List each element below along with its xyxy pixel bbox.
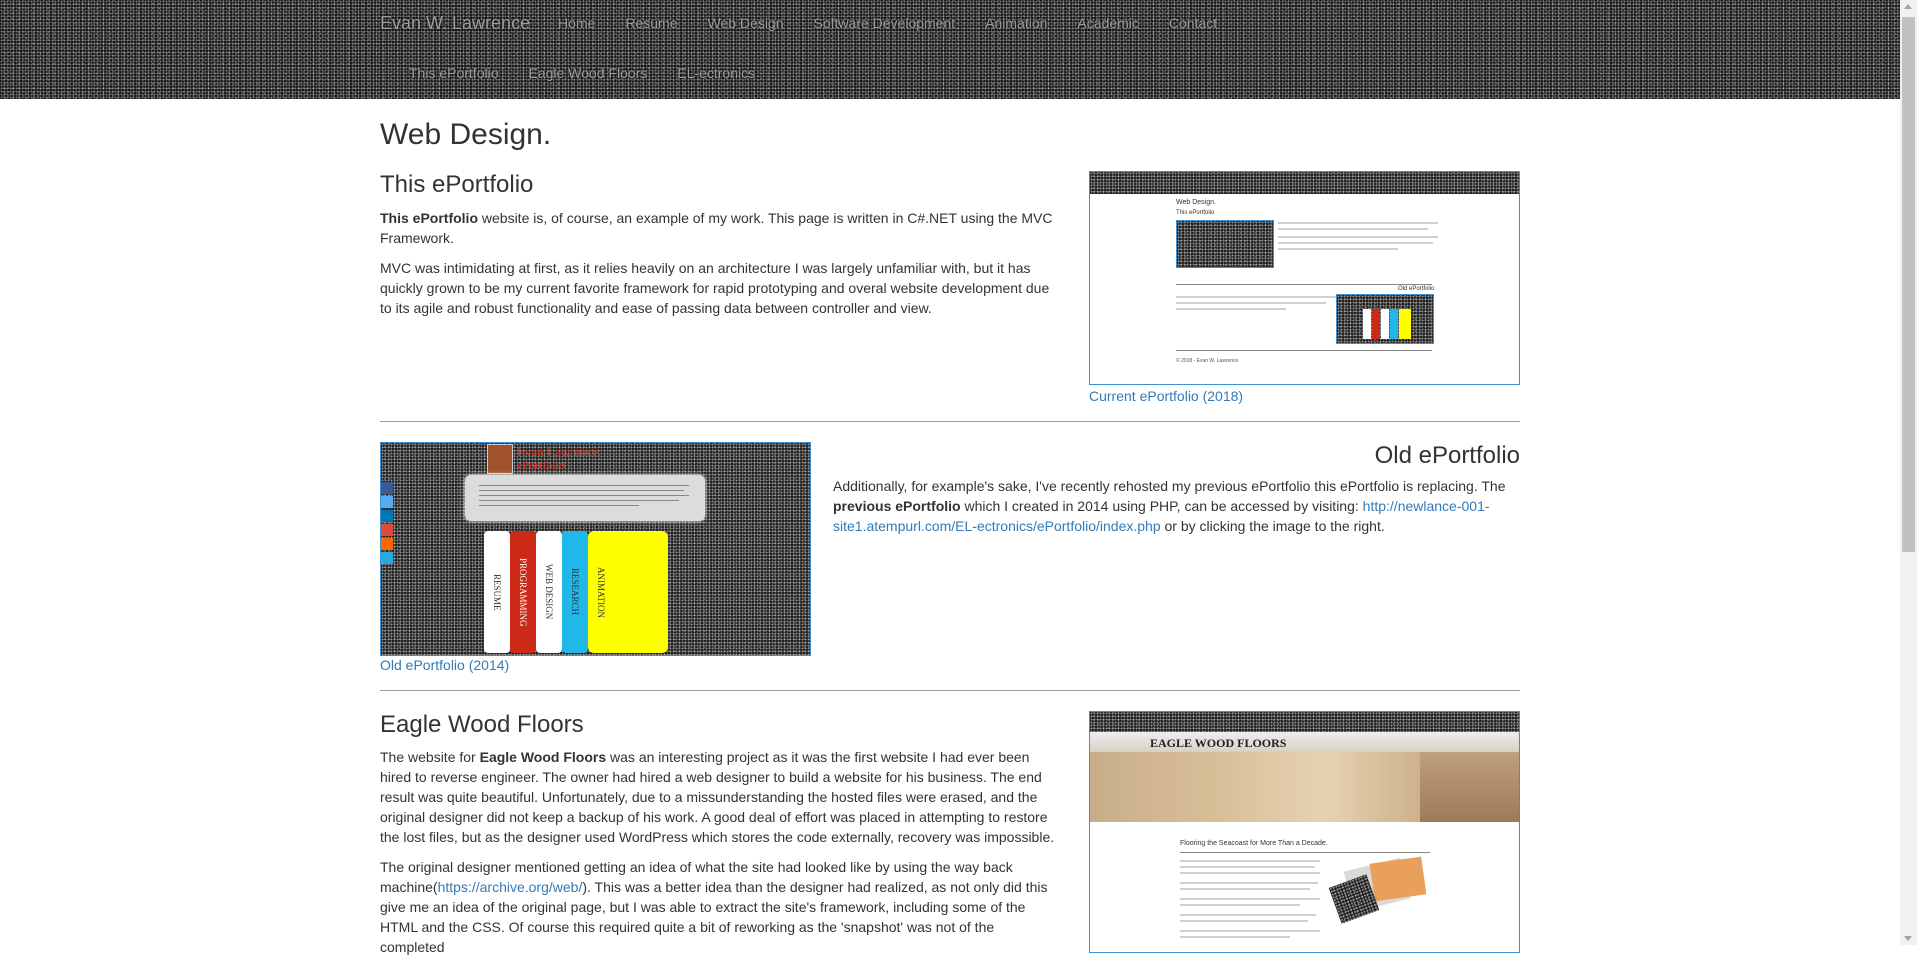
- share-icon[interactable]: [381, 552, 393, 564]
- nav-resume[interactable]: Resume: [610, 15, 692, 31]
- subnav-this-eportfolio[interactable]: This ePortfolio: [394, 65, 513, 81]
- blogger-icon[interactable]: [381, 538, 393, 550]
- scroll-down-arrow-icon[interactable]: [1904, 936, 1912, 941]
- current-eportfolio-thumbnail[interactable]: Web Design. This ePortfolio Old ePortfol…: [1089, 171, 1520, 385]
- avatar: [487, 444, 513, 474]
- linkedin-icon[interactable]: [381, 510, 393, 522]
- brand-link[interactable]: Evan W. Lawrence: [380, 13, 530, 34]
- page-title: Web Design.: [380, 118, 552, 151]
- nav-academic[interactable]: Academic: [1062, 15, 1153, 31]
- eagle-paragraph-1: The website for Eagle Wood Floors was an…: [380, 749, 1055, 845]
- nav-main: Home Resume Web Design Software Developm…: [543, 15, 1232, 31]
- section-heading: Old ePortfolio: [1374, 442, 1520, 469]
- eportfolio-paragraph-1: This ePortfolio website is, of course, a…: [380, 210, 1053, 246]
- nav-software-development[interactable]: Software Development: [799, 15, 971, 31]
- old-eportfolio-thumbnail[interactable]: Evan Lawrence ePortfolio RESUME PROGRAMM…: [380, 442, 811, 656]
- old-eportfolio-paragraph: Additionally, for example's sake, I've r…: [833, 478, 1506, 534]
- nav-sub: This ePortfolio Eagle Wood Floors EL-ect…: [394, 65, 770, 81]
- section-heading: Eagle Wood Floors: [380, 711, 584, 738]
- old-eportfolio-caption-link[interactable]: Old ePortfolio (2014): [380, 657, 509, 673]
- eagle-paragraph-2: The original designer mentioned getting …: [380, 859, 1048, 955]
- eagle-logo: EAGLE WOOD FLOORS: [1150, 736, 1287, 750]
- eportfolio-paragraph-2: MVC was intimidating at first, as it rel…: [380, 260, 1050, 316]
- scroll-thumb[interactable]: [1902, 17, 1915, 552]
- nav-contact[interactable]: Contact: [1154, 15, 1232, 31]
- scroll-up-arrow-icon[interactable]: [1904, 4, 1912, 9]
- subnav-el-ectronics[interactable]: EL-ectronics: [662, 65, 770, 81]
- section-eagle-wood-floors: Eagle Wood Floors The website for Eagle …: [380, 711, 1060, 955]
- nav-animation[interactable]: Animation: [970, 15, 1062, 31]
- subnav-eagle-wood-floors[interactable]: Eagle Wood Floors: [513, 65, 662, 81]
- divider: [380, 690, 1520, 691]
- eagle-wood-floors-thumbnail[interactable]: EAGLE WOOD FLOORS Flooring the Seacoast …: [1089, 711, 1520, 953]
- nav-home[interactable]: Home: [543, 15, 610, 31]
- divider: [380, 421, 1520, 422]
- facebook-icon[interactable]: [381, 482, 393, 494]
- navbar: Evan W. Lawrence Home Resume Web Design …: [0, 0, 1917, 99]
- wayback-machine-link[interactable]: https://archive.org/web/: [438, 879, 583, 895]
- google-plus-icon[interactable]: [381, 524, 393, 536]
- nav-web-design[interactable]: Web Design: [693, 15, 799, 31]
- twitter-icon[interactable]: [381, 496, 393, 508]
- vertical-scrollbar[interactable]: [1900, 0, 1917, 945]
- section-old-eportfolio: Old ePortfolio Additionally, for example…: [833, 442, 1520, 546]
- current-eportfolio-caption-link[interactable]: Current ePortfolio (2018): [1089, 388, 1243, 404]
